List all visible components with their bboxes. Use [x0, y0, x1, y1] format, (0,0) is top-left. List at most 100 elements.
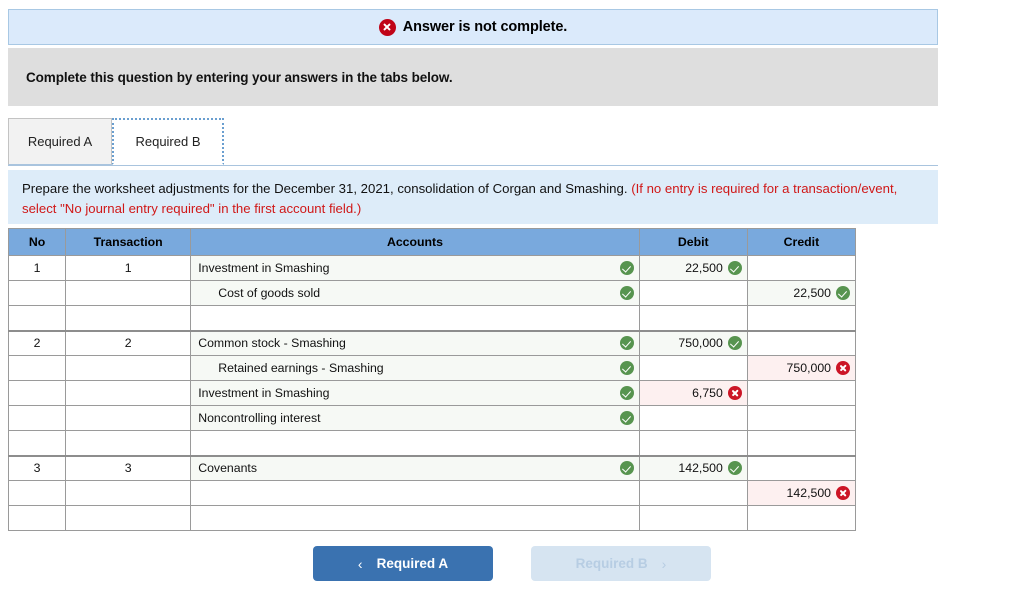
cell-debit[interactable]: 750,000: [638, 329, 748, 356]
cell-account[interactable]: Investment in Smashing: [190, 255, 640, 281]
tab-required-b-label: Required B: [135, 134, 201, 149]
cell-debit[interactable]: 142,500: [638, 454, 748, 481]
credit-cell-content: [748, 406, 855, 430]
credit-value: 750,000: [786, 361, 831, 375]
credit-cell-content: [748, 332, 855, 356]
table-header-row: No Transaction Accounts Debit Credit: [7, 228, 857, 256]
column-header-transaction: Transaction: [65, 228, 192, 256]
cell-credit[interactable]: [746, 329, 857, 356]
nav-prev-required-a-button[interactable]: ‹ Required A: [313, 546, 493, 581]
cell-credit[interactable]: 22,500: [746, 280, 857, 306]
cell-account[interactable]: [190, 505, 640, 531]
cell-account[interactable]: Investment in Smashing: [190, 380, 640, 406]
alert-content: Answer is not complete.: [378, 18, 567, 36]
account-name: Noncontrolling interest: [198, 411, 321, 425]
cell-account[interactable]: Covenants: [190, 454, 640, 481]
account-cell-content: Cost of goods sold: [191, 281, 639, 305]
cell-no: [7, 480, 67, 506]
chevron-right-icon: ›: [661, 555, 667, 572]
cell-account[interactable]: Noncontrolling interest: [190, 405, 640, 431]
cell-no: [7, 430, 67, 456]
answer-status-alert: Answer is not complete.: [8, 9, 938, 45]
correct-check-icon: [619, 336, 634, 351]
cell-transaction: 2: [65, 329, 192, 356]
cell-account[interactable]: [190, 305, 640, 331]
debit-cell-content: [640, 406, 747, 430]
table-row: 142,500: [7, 480, 857, 506]
cell-credit[interactable]: [746, 430, 857, 456]
account-cell-content: Noncontrolling interest: [191, 406, 639, 430]
correct-check-icon: [619, 461, 634, 476]
cell-no: [7, 405, 67, 431]
tab-bar: Required A Required B: [8, 118, 938, 166]
cell-credit[interactable]: [746, 454, 857, 481]
cell-debit[interactable]: [638, 480, 748, 506]
cell-no: [7, 505, 67, 531]
account-cell-content: [191, 481, 639, 505]
nav-next-required-b-button[interactable]: Required B ›: [531, 546, 711, 581]
correct-check-icon: [836, 286, 850, 300]
cell-debit[interactable]: 22,500: [638, 255, 748, 281]
correct-check-icon: [727, 336, 742, 351]
table-row: Noncontrolling interest: [7, 405, 857, 431]
account-cell-content: Retained earnings - Smashing: [191, 356, 639, 380]
cell-no: 1: [7, 255, 67, 281]
table-row: Investment in Smashing 6,750: [7, 380, 857, 406]
cell-transaction: 3: [65, 454, 192, 481]
cell-account[interactable]: [190, 430, 640, 456]
debit-value: 6,750: [692, 386, 723, 400]
account-name: Investment in Smashing: [198, 386, 330, 400]
debit-cell-content: 750,000: [640, 332, 747, 356]
cell-no: [7, 280, 67, 306]
debit-cell-content: [640, 306, 747, 330]
cell-credit[interactable]: [746, 380, 857, 406]
debit-value: 22,500: [685, 261, 723, 275]
cell-debit[interactable]: [638, 405, 748, 431]
column-header-debit: Debit: [638, 228, 748, 256]
credit-cell-content: 22,500: [748, 281, 855, 305]
cell-debit[interactable]: [638, 355, 748, 381]
debit-cell-content: [640, 281, 747, 305]
cell-credit[interactable]: [746, 305, 857, 331]
cell-no: 2: [7, 329, 67, 356]
column-header-no: No: [7, 228, 67, 256]
cell-debit[interactable]: [638, 305, 748, 331]
account-name: Common stock - Smashing: [198, 336, 346, 351]
account-name: Covenants: [198, 461, 257, 476]
cell-credit[interactable]: [746, 255, 857, 281]
table-row: [7, 305, 857, 331]
cell-transaction: [65, 405, 192, 431]
debit-cell-content: 6,750: [640, 381, 747, 405]
debit-cell-content: [640, 506, 747, 530]
account-cell-content: [191, 431, 639, 455]
footer-navigation: ‹ Required A Required B ›: [0, 546, 1024, 581]
cell-credit[interactable]: 142,500: [746, 480, 857, 506]
cell-account[interactable]: Retained earnings - Smashing: [190, 355, 640, 381]
column-header-credit: Credit: [746, 228, 857, 256]
cell-debit[interactable]: [638, 505, 748, 531]
account-name: Retained earnings - Smashing: [218, 361, 384, 375]
cell-account[interactable]: Cost of goods sold: [190, 280, 640, 306]
cell-account[interactable]: Common stock - Smashing: [190, 329, 640, 356]
table-row: 1 1 Investment in Smashing 22,500: [7, 255, 857, 281]
credit-cell-content: [748, 506, 855, 530]
cell-transaction: 1: [65, 255, 192, 281]
cell-transaction: [65, 480, 192, 506]
column-header-accounts: Accounts: [190, 228, 640, 256]
cell-debit[interactable]: [638, 430, 748, 456]
account-cell-content: [191, 506, 639, 530]
incorrect-x-icon: [836, 486, 850, 500]
tab-required-a[interactable]: Required A: [8, 118, 112, 165]
cell-debit[interactable]: 6,750: [638, 380, 748, 406]
cell-no: [7, 305, 67, 331]
debit-cell-content: [640, 431, 747, 455]
correct-check-icon: [619, 411, 634, 425]
cell-account[interactable]: [190, 480, 640, 506]
account-cell-content: [191, 306, 639, 330]
instruction-bar: Complete this question by entering your …: [8, 48, 938, 106]
cell-debit[interactable]: [638, 280, 748, 306]
cell-credit[interactable]: [746, 405, 857, 431]
cell-credit[interactable]: [746, 505, 857, 531]
tab-required-b[interactable]: Required B: [112, 118, 224, 165]
cell-credit[interactable]: 750,000: [746, 355, 857, 381]
